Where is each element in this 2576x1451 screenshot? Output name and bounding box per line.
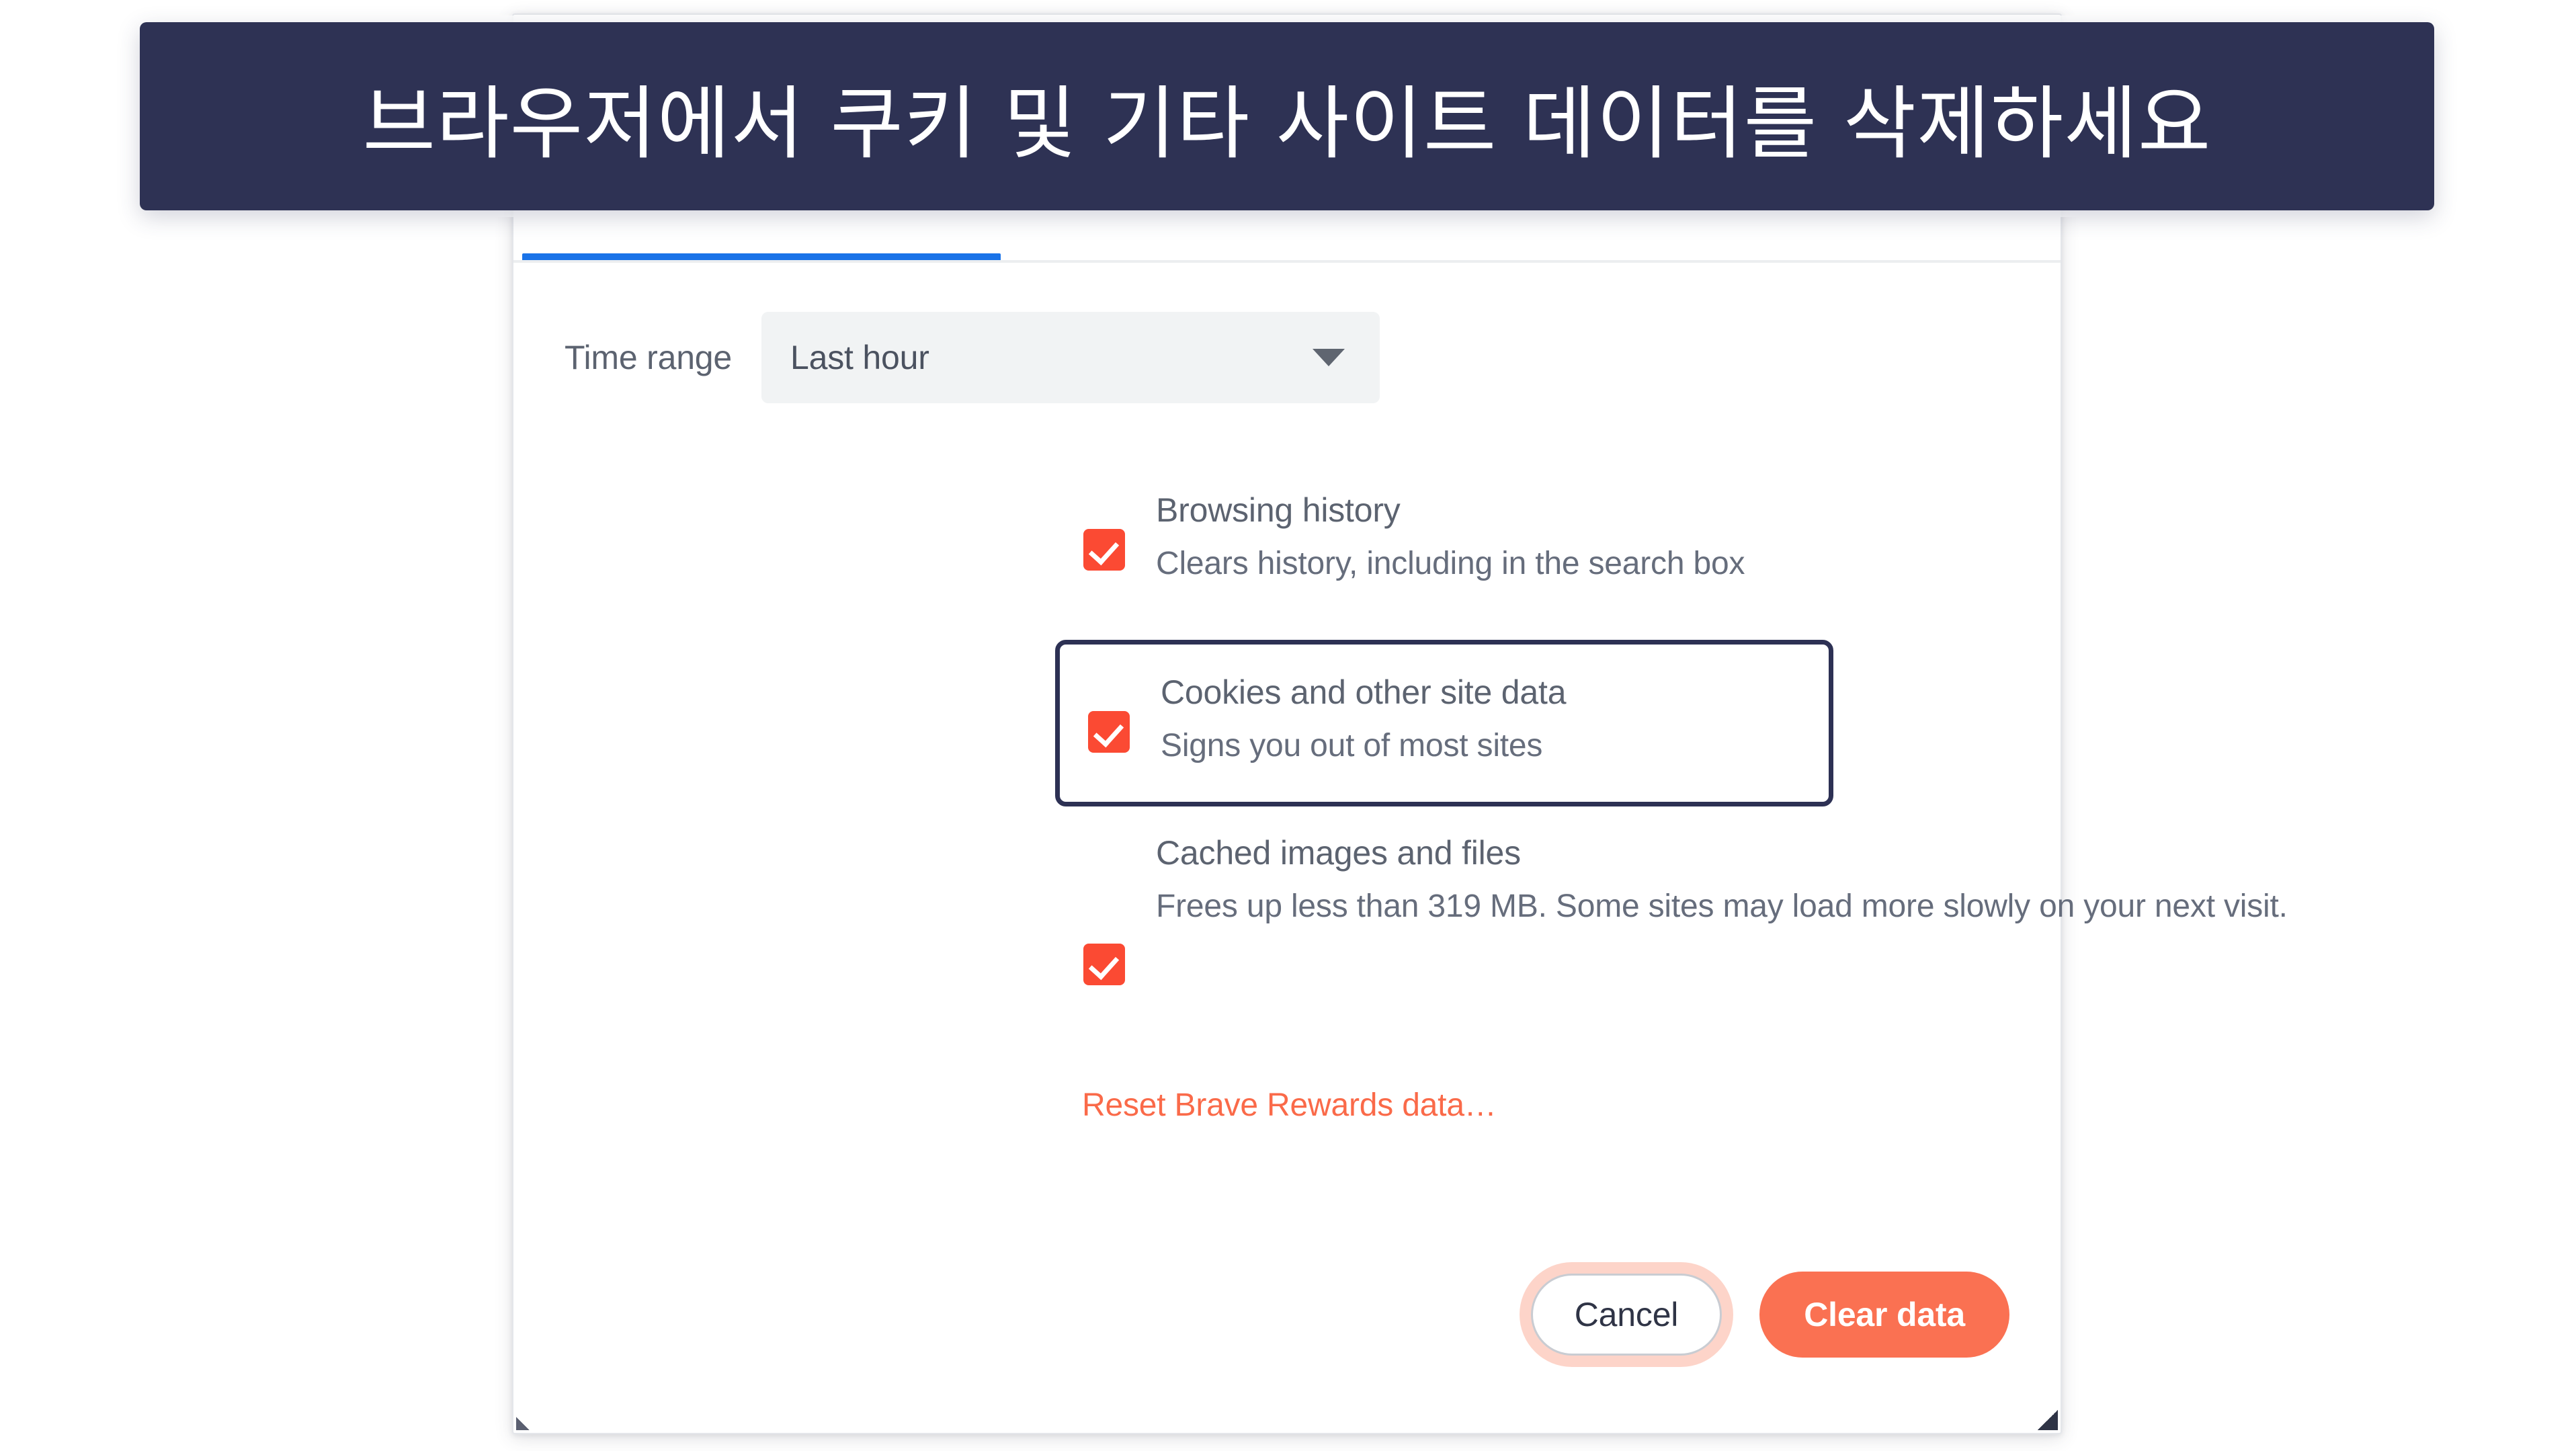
cancel-button[interactable]: Cancel bbox=[1530, 1274, 1722, 1356]
option-description-cookies-and-site-data: Signs you out of most sites bbox=[1161, 728, 1543, 763]
time-range-selected-value: Last hour bbox=[790, 339, 929, 376]
reset-brave-rewards-link[interactable]: Reset Brave Rewards data… bbox=[1082, 1087, 1497, 1124]
option-title-cached-images-and-files: Cached images and files bbox=[1156, 834, 1521, 872]
option-row-cached-images-and-files[interactable]: Cached images and files Frees up less th… bbox=[1083, 836, 2433, 985]
option-description-browsing-history: Clears history, including in the search … bbox=[1156, 546, 1745, 581]
dialog-footer: Cancel Clear data bbox=[1530, 1272, 2009, 1358]
instruction-banner-text: 브라우저에서 쿠키 및 기타 사이트 데이터를 삭제하세요 bbox=[362, 77, 2212, 170]
instruction-banner: 브라우저에서 쿠키 및 기타 사이트 데이터를 삭제하세요 bbox=[140, 22, 2434, 210]
checkbox-cached-images-and-files[interactable] bbox=[1083, 944, 1125, 985]
time-range-label: Time range bbox=[565, 339, 733, 376]
option-title-browsing-history: Browsing history bbox=[1156, 491, 1401, 529]
option-row-cookies-and-site-data[interactable]: Cookies and other site data Signs you ou… bbox=[1088, 673, 1567, 766]
option-title-cookies-and-site-data: Cookies and other site data bbox=[1161, 673, 1567, 711]
time-range-dropdown[interactable]: Last hour bbox=[761, 312, 1380, 403]
clear-data-button[interactable]: Clear data bbox=[1759, 1272, 2009, 1358]
chevron-down-icon bbox=[1313, 349, 1345, 366]
option-text-cached-images-and-files: Cached images and files Frees up less th… bbox=[1156, 836, 2433, 927]
option-description-cached-images-and-files: Frees up less than 319 MB. Some sites ma… bbox=[1156, 888, 2288, 924]
resize-grip-icon-left[interactable] bbox=[516, 1417, 530, 1430]
checkbox-cookies-and-site-data[interactable] bbox=[1088, 711, 1130, 753]
highlight-box-cookies-option: Cookies and other site data Signs you ou… bbox=[1055, 640, 1833, 806]
checkbox-browsing-history[interactable] bbox=[1083, 529, 1125, 571]
option-row-browsing-history[interactable]: Browsing history Clears history, includi… bbox=[1083, 493, 1745, 584]
clear-browsing-data-dialog: Time range Last hour Browsing history Cl… bbox=[512, 13, 2288, 1434]
dialog-body: Time range Last hour Browsing history Cl… bbox=[513, 263, 2288, 1433]
time-range-row: Time range Last hour bbox=[565, 312, 1380, 403]
dialog-tab-strip bbox=[513, 239, 2061, 263]
option-text-cookies-and-site-data: Cookies and other site data Signs you ou… bbox=[1161, 673, 1567, 766]
resize-grip-icon-right[interactable] bbox=[2038, 1410, 2058, 1430]
option-text-browsing-history: Browsing history Clears history, includi… bbox=[1156, 493, 1745, 584]
